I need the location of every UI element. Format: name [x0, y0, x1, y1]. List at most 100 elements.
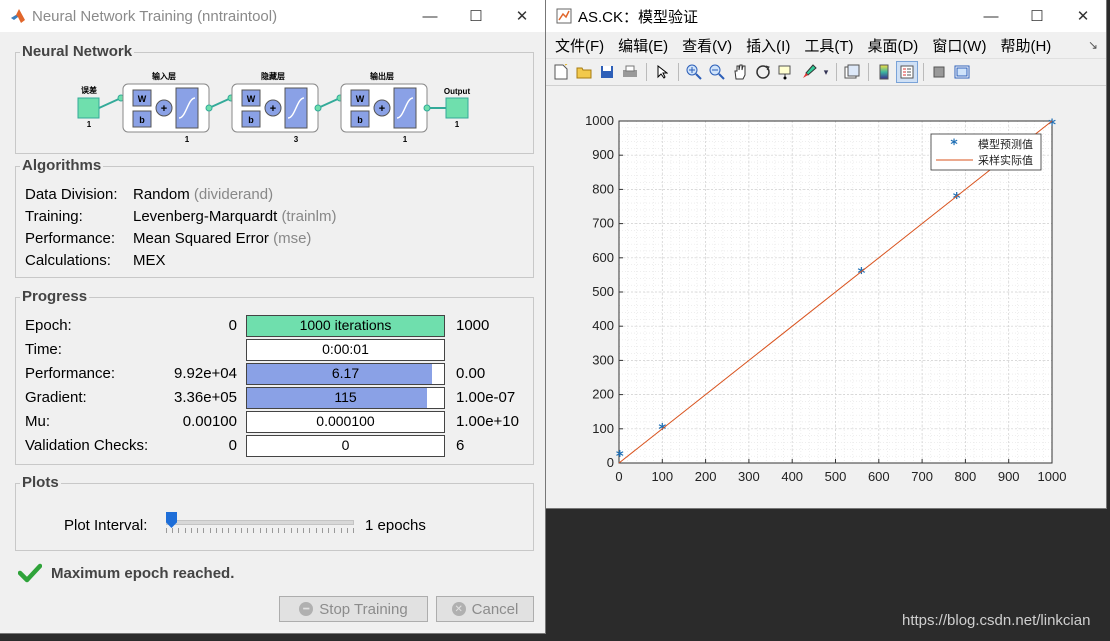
x-tick-label: 1000 — [1038, 469, 1067, 484]
nn-titlebar[interactable]: Neural Network Training (nntraintool) — … — [0, 0, 545, 32]
y-tick-label: 700 — [592, 216, 614, 231]
dock-arrow-icon[interactable]: ↘ — [1088, 38, 1098, 52]
algorithm-function: (dividerand) — [193, 186, 274, 203]
progress-min: 3.36e+05 — [174, 389, 237, 406]
menu-edit[interactable]: 编辑(E) — [611, 35, 675, 56]
menu-insert[interactable]: 插入(I) — [739, 35, 797, 56]
algorithm-label: Data Division: — [25, 186, 118, 203]
layer-3-weight: W — [356, 94, 365, 104]
maximize-button[interactable]: ☐ — [453, 0, 499, 32]
slider-thumb[interactable] — [166, 512, 177, 528]
colorbar-icon[interactable] — [873, 61, 895, 83]
maximize-button[interactable]: ☐ — [1014, 0, 1060, 32]
x-tick-label: 100 — [651, 469, 673, 484]
zoom-in-icon[interactable] — [683, 61, 705, 83]
show-plot-tools-icon[interactable] — [951, 61, 973, 83]
save-icon[interactable] — [596, 61, 618, 83]
progress-label: Performance: — [25, 365, 116, 382]
stop-training-label: Stop Training — [319, 600, 408, 618]
figure-titlebar[interactable]: AS.CK：模型验证 — ☐ ✕ — [546, 0, 1106, 32]
zoom-out-icon[interactable] — [706, 61, 728, 83]
open-folder-icon[interactable] — [573, 61, 595, 83]
y-tick-label: 400 — [592, 318, 614, 333]
layer-2-title: 隐藏层 — [261, 71, 285, 81]
progress-min: 0 — [228, 317, 237, 334]
legend-entry-label: 采样实际值 — [978, 153, 1033, 167]
layer-2: 隐藏层 W b + 3 — [231, 71, 319, 144]
layer-1: 输入层 W b + 1 — [122, 71, 210, 144]
x-tick-label: 900 — [998, 469, 1020, 484]
menu-window[interactable]: 窗口(W) — [925, 35, 993, 56]
progress-value: 1000 iterations — [299, 317, 392, 333]
progress-row-time: Time: 0:00:01 — [25, 339, 525, 361]
progress-max: 6 — [456, 437, 465, 454]
pointer-icon[interactable] — [651, 61, 673, 83]
menu-help[interactable]: 帮助(H) — [993, 35, 1058, 56]
data-cursor-icon[interactable] — [775, 61, 797, 83]
progress-group: Progress Epoch: 0 1000 iterations 1000 Time:… — [15, 288, 534, 465]
algorithm-row-calculations: Calculations: MEX — [25, 252, 166, 269]
menu-tools[interactable]: 工具(T) — [797, 35, 860, 56]
layer-1-weight: W — [138, 94, 147, 104]
hide-plot-tools-icon[interactable] — [928, 61, 950, 83]
y-tick-label: 300 — [592, 352, 614, 367]
progress-value: 0 — [341, 437, 350, 453]
x-tick-label: 0 — [615, 469, 622, 484]
progress-min: 0.00100 — [182, 413, 237, 430]
algorithm-label: Performance: — [25, 230, 116, 247]
progress-group-title: Progress — [20, 288, 90, 305]
progress-label: Validation Checks: — [25, 437, 149, 454]
minimize-button[interactable]: — — [407, 0, 453, 32]
nntraintool-window: Neural Network Training (nntraintool) — … — [0, 0, 545, 633]
menu-file[interactable]: 文件(F) — [548, 35, 611, 56]
x-tick-label: 500 — [825, 469, 847, 484]
rotate-icon[interactable] — [752, 61, 774, 83]
plots-group: Plots Plot Interval: 1 epochs — [15, 474, 534, 551]
algorithms-group-title: Algorithms — [20, 157, 104, 174]
progress-min: 0 — [228, 437, 237, 454]
pan-icon[interactable] — [729, 61, 751, 83]
progress-row-gradient: Gradient: 3.36e+05 115 1.00e-07 — [25, 387, 525, 409]
figure-window: AS.CK：模型验证 — ☐ ✕ 文件(F) 编辑(E) 查看(V) 插入(I)… — [546, 0, 1106, 508]
nn-window-title: Neural Network Training (nntraintool) — [32, 7, 278, 25]
input-size: 1 — [87, 120, 92, 129]
progress-max: 0.00 — [456, 365, 486, 382]
cancel-button[interactable]: ✕ Cancel — [436, 596, 534, 622]
y-tick-label: 600 — [592, 250, 614, 265]
plot-interval-slider[interactable] — [166, 512, 354, 534]
progress-bar: 6.17 — [246, 363, 445, 385]
menu-desktop[interactable]: 桌面(D) — [860, 35, 925, 56]
validation-chart[interactable]: 0 100 200 300 400 500 600 700 800 900 1000 0 100 200 3… — [546, 88, 1106, 508]
algorithm-label: Calculations: — [25, 252, 111, 269]
plot-interval-value: 1 epochs — [365, 517, 426, 534]
link-plot-icon[interactable] — [841, 61, 863, 83]
stop-training-button[interactable]: ━ Stop Training — [279, 596, 428, 622]
algorithm-row-performance: Performance: Mean Squared Error (mse) — [25, 230, 311, 247]
input-label: 误差 — [81, 85, 97, 95]
new-file-icon[interactable] — [550, 61, 572, 83]
progress-max: 1.00e-07 — [456, 389, 516, 406]
progress-bar: 0.000100 — [246, 411, 445, 433]
brush-dropdown-icon[interactable]: ▾ — [821, 61, 831, 83]
checkmark-icon — [18, 563, 42, 583]
layer-3-size: 1 — [403, 135, 408, 144]
close-button[interactable]: ✕ — [1060, 0, 1106, 32]
progress-value: 0:00:01 — [322, 341, 369, 357]
legend-icon[interactable] — [896, 61, 918, 83]
progress-row-validation-checks: Validation Checks: 0 0 6 — [25, 435, 525, 457]
progress-bar: 1000 iterations — [246, 315, 445, 337]
close-button[interactable]: ✕ — [499, 0, 545, 32]
algorithm-row-data-division: Data Division: Random (dividerand) — [25, 186, 273, 203]
brush-icon[interactable] — [798, 61, 820, 83]
layer-2-bias: b — [248, 115, 254, 125]
cancel-icon: ✕ — [451, 602, 466, 616]
print-icon[interactable] — [619, 61, 641, 83]
y-tick-label: 0 — [607, 455, 614, 470]
algorithm-function: (mse) — [273, 230, 312, 247]
layer-3-bias: b — [357, 115, 363, 125]
minimize-button[interactable]: — — [968, 0, 1014, 32]
menu-view[interactable]: 查看(V) — [675, 35, 739, 56]
layer-1-bias: b — [139, 115, 145, 125]
progress-row-mu: Mu: 0.00100 0.000100 1.00e+10 — [25, 411, 525, 433]
x-tick-label: 800 — [955, 469, 977, 484]
